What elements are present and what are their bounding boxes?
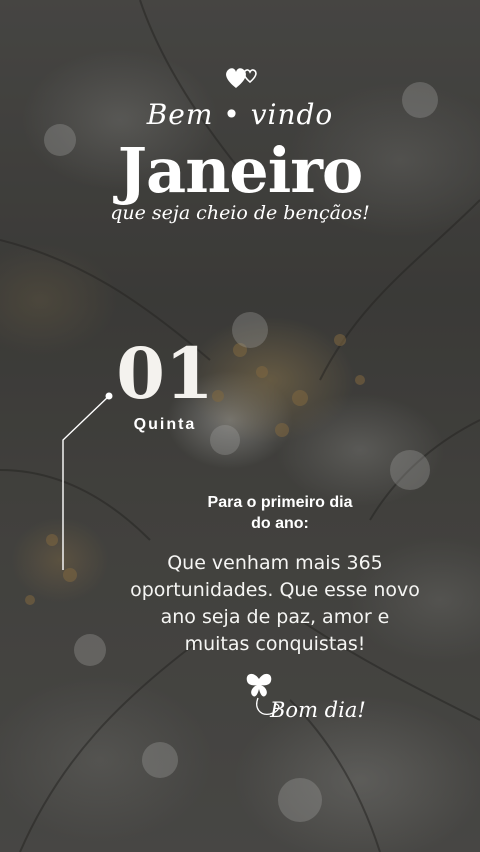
intro-heading: Para o primeiro dia do ano: [160,492,400,534]
weekday-label: Quinta [133,416,197,433]
intro-line: Para o primeiro dia [207,494,353,511]
story-card: Bem • vindo Janeiro que seja cheio de be… [0,0,480,852]
message-text: Que venham mais 365 oportunidades. Que e… [100,550,450,658]
day-number: 01 [116,332,214,415]
closing-text: Bom dia! [270,698,366,722]
hearts-icon [226,68,257,88]
subtitle-text: que seja cheio de bençãos! [110,202,370,224]
message-line: muitas conquistas! [184,633,366,655]
message-line: ano seja de paz, amor e [160,606,390,628]
message-line: Que venham mais 365 [167,552,383,574]
intro-line: do ano: [251,515,309,532]
message-line: oportunidades. Que esse novo [130,579,420,601]
